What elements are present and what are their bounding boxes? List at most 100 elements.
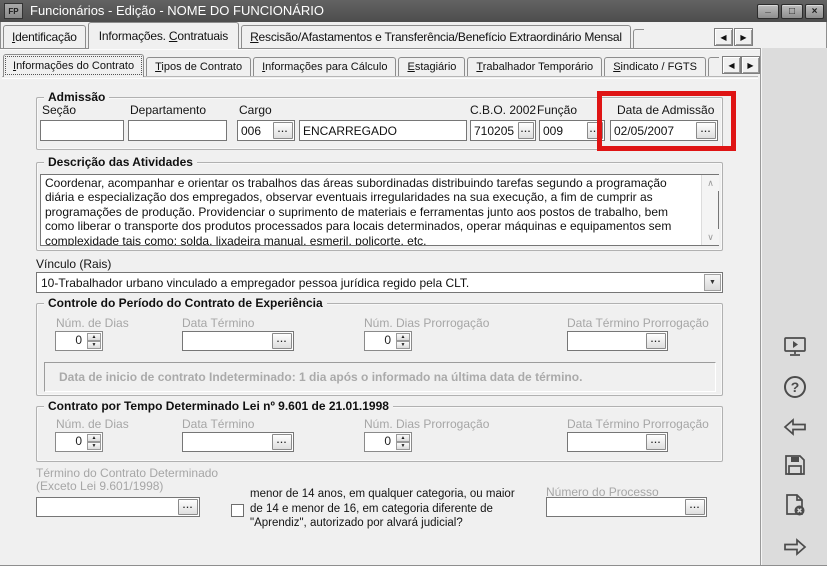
cbo-field: ... (470, 120, 536, 141)
primary-tabs-scroll-left[interactable]: ◀ (714, 28, 733, 46)
data-admissao-input[interactable] (611, 121, 695, 140)
cbo-input[interactable] (471, 121, 517, 140)
termino-contrato-calendar-button[interactable]: ... (178, 499, 198, 515)
cbo-lookup-button[interactable]: ... (518, 122, 534, 139)
vinculo-rais-select[interactable]: 10-Trabalhador urbano vinculado a empreg… (36, 272, 723, 293)
chevron-left-icon: ◀ (728, 60, 735, 70)
spin-up-icon: ▲ (400, 435, 406, 441)
exp-data-prorrogacao-calendar-button[interactable]: ... (646, 333, 666, 349)
cargo-field: ... (237, 120, 295, 141)
primary-tabs-scroll-right[interactable]: ▶ (734, 28, 753, 46)
cargo-nome-field (299, 120, 467, 141)
tab-trabalhador-temporario[interactable]: Trabalhador Temporário (467, 57, 603, 76)
lei-num-dias-value[interactable]: 0 (56, 433, 86, 451)
lei-num-prorrogacao-value[interactable]: 0 (365, 433, 395, 451)
tab-sindicato-fgts[interactable]: Sindicato / FGTS (604, 57, 706, 76)
tab-rescisao-afastamentos[interactable]: Rescisão/Afastamentos e Transferência/Be… (241, 25, 631, 48)
arrow-left-icon (783, 418, 806, 436)
textarea-scrollbar[interactable]: ∧ ∨ (701, 175, 719, 245)
preview-button[interactable] (776, 330, 814, 364)
funcao-field: ... (539, 120, 605, 141)
secondary-tabs-scroll-left[interactable]: ◀ (722, 56, 741, 74)
secao-label: Seção (42, 103, 77, 117)
spin-up-button[interactable]: ▲ (396, 333, 410, 341)
spin-down-icon: ▼ (400, 443, 406, 449)
tab-identificacao[interactable]: Identificação (3, 25, 86, 48)
previous-record-button[interactable] (776, 410, 814, 444)
descricao-atividades-textarea[interactable]: Coordenar, acompanhar e orientar os trab… (40, 174, 719, 246)
chevron-right-icon: ▶ (740, 32, 747, 42)
lei-data-prorrogacao-calendar-button[interactable]: ... (646, 434, 666, 450)
lei-data-termino-calendar-button[interactable]: ... (272, 434, 292, 450)
spin-up-button[interactable]: ▲ (87, 333, 101, 341)
lei-data-prorrogacao-label: Data Término Prorrogação (567, 417, 709, 431)
document-cancel-icon (786, 494, 805, 516)
funcao-lookup-button[interactable]: ... (587, 122, 603, 139)
departamento-input[interactable] (129, 121, 226, 140)
exp-num-prorrogacao-spinner: 0 ▲ ▼ (364, 331, 412, 351)
window-title: Funcionários - Edição - NOME DO FUNCIONÁ… (30, 3, 325, 18)
cancel-record-button[interactable] (776, 488, 814, 522)
spin-down-button[interactable]: ▼ (87, 341, 101, 349)
exp-num-prorrogacao-label: Núm. Dias Prorrogação (364, 316, 490, 330)
scroll-up-button[interactable]: ∧ (702, 175, 719, 191)
spin-down-button[interactable]: ▼ (396, 442, 410, 450)
save-button[interactable] (776, 448, 814, 482)
secao-input[interactable] (41, 121, 123, 140)
exp-data-termino-input[interactable] (183, 332, 271, 350)
tab-tipos-de-contrato[interactable]: Tipos de Contrato (146, 57, 252, 76)
funcao-input[interactable] (540, 121, 586, 140)
exp-data-termino-calendar-button[interactable]: ... (272, 333, 292, 349)
spin-up-button[interactable]: ▲ (396, 434, 410, 442)
spin-down-button[interactable]: ▼ (396, 341, 410, 349)
chevron-left-icon: ◀ (720, 32, 727, 42)
close-button[interactable]: × (805, 4, 824, 19)
exp-num-dias-value[interactable]: 0 (56, 332, 86, 350)
alvara-judicial-checkbox[interactable] (231, 504, 244, 517)
dropdown-button[interactable]: ▼ (704, 274, 721, 291)
numero-processo-input[interactable] (547, 498, 684, 516)
exp-data-prorrogacao-field: ... (567, 331, 668, 351)
spin-up-icon: ▲ (91, 435, 97, 441)
tab-estagiario[interactable]: Estagiário (398, 57, 466, 76)
chevron-right-icon: ▶ (747, 60, 754, 70)
secondary-tab-bar: Informações do Contrato Tipos de Contrat… (3, 52, 719, 77)
spin-down-button[interactable]: ▼ (87, 442, 101, 450)
ellipsis-icon: ... (650, 334, 662, 344)
numero-processo-lookup-button[interactable]: ... (685, 499, 705, 515)
minimize-button[interactable]: _ (757, 3, 779, 19)
spin-up-button[interactable]: ▲ (87, 434, 101, 442)
termino-contrato-input[interactable] (37, 498, 177, 516)
funcao-label: Função (537, 103, 578, 117)
chevron-down-icon: ▼ (709, 279, 716, 286)
ellipsis-icon: ... (589, 123, 601, 134)
exp-num-prorrogacao-value[interactable]: 0 (365, 332, 395, 350)
maximize-button[interactable]: □ (781, 4, 803, 19)
termino-contrato-label-linha1: Término do Contrato Determinado (36, 466, 219, 480)
minimize-icon: _ (765, 3, 771, 14)
data-admissao-field: ... (610, 120, 718, 141)
cargo-nome-input[interactable] (300, 121, 466, 140)
lei-data-termino-input[interactable] (183, 433, 271, 451)
help-button[interactable]: ? (776, 370, 814, 404)
contrato-indeterminado-note: Data de inicio de contrato Indeterminado… (44, 362, 716, 392)
tab-partial[interactable] (632, 29, 644, 48)
cargo-lookup-button[interactable]: ... (273, 122, 293, 139)
data-admissao-calendar-button[interactable]: ... (696, 122, 716, 139)
tab-informacoes-do-contrato[interactable]: Informações do Contrato (3, 54, 145, 77)
secondary-tabs-scroll-right[interactable]: ▶ (741, 56, 760, 74)
next-record-button[interactable] (776, 530, 814, 564)
group-lei-9601-title: Contrato por Tempo Determinado Lei nº 9.… (44, 399, 393, 413)
lei-data-termino-field: ... (182, 432, 294, 452)
tab-informacoes-para-calculo[interactable]: Informações para Cálculo (253, 57, 397, 76)
help-icon: ? (784, 376, 806, 398)
lei-data-prorrogacao-input[interactable] (568, 433, 645, 451)
tab-partial[interactable] (707, 57, 719, 76)
spin-up-icon: ▲ (400, 334, 406, 340)
tab-informacoes-contratuais[interactable]: Informações. Contratuais (87, 22, 240, 49)
scroll-down-button[interactable]: ∨ (702, 229, 719, 245)
ellipsis-icon: ... (277, 123, 289, 134)
ellipsis-icon: ... (520, 123, 532, 134)
exp-data-prorrogacao-input[interactable] (568, 332, 645, 350)
cargo-input[interactable] (238, 121, 272, 140)
